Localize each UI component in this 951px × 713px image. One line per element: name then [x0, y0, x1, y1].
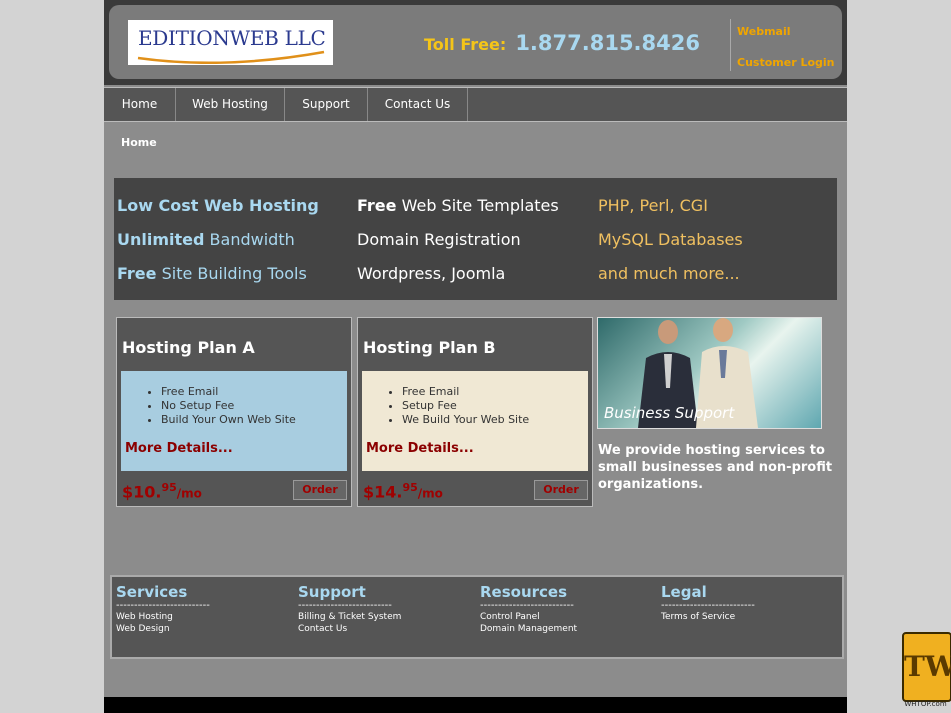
feature-rest: Domain Registration [357, 230, 521, 249]
footer-link[interactable]: Contact Us [298, 623, 478, 635]
footer-services: Services -------------------------- Web … [116, 583, 296, 635]
company-description: We provide hosting services to small bus… [598, 443, 833, 492]
hosting-plan-b: Hosting Plan B Free Email Setup Fee We B… [357, 317, 593, 507]
top-links: Webmail Customer Login [730, 19, 841, 71]
price-cents: 95 [161, 481, 177, 494]
customer-login-link[interactable]: Customer Login [737, 56, 835, 69]
bottom-bar [104, 697, 847, 713]
order-button[interactable]: Order [534, 480, 588, 500]
footer-divider: -------------------------- [116, 600, 210, 611]
whtop-site-label: WHTOP.com [904, 700, 947, 708]
toll-free: Toll Free: 1.877.815.8426 [424, 31, 700, 55]
nav-home[interactable]: Home [104, 88, 176, 121]
nav-support[interactable]: Support [285, 88, 368, 121]
feature-bold: Unlimited [117, 230, 205, 249]
footer-link[interactable]: Domain Management [480, 623, 660, 635]
footer-heading: Resources [480, 583, 568, 601]
list-item: No Setup Fee [161, 399, 296, 413]
plan-features-list: Free Email Setup Fee We Build Your Web S… [362, 385, 529, 427]
footer-resources: Resources -------------------------- Con… [480, 583, 660, 635]
feature-php: PHP, Perl, CGI [598, 196, 708, 215]
footer-heading: Support [298, 583, 366, 601]
footer: Services -------------------------- Web … [110, 575, 844, 659]
plan-title: Hosting Plan A [122, 338, 255, 357]
list-item: Free Email [402, 385, 529, 399]
business-support-caption: Business Support [604, 404, 735, 422]
feature-mysql: MySQL Databases [598, 230, 743, 249]
footer-support: Support -------------------------- Billi… [298, 583, 478, 635]
hosting-plan-a: Hosting Plan A Free Email No Setup Fee B… [116, 317, 352, 507]
price-dollars: $14. [363, 482, 403, 502]
price-dollars: $10. [122, 482, 162, 502]
list-item: Free Email [161, 385, 296, 399]
footer-link[interactable]: Terms of Service [661, 611, 841, 623]
footer-divider: -------------------------- [298, 600, 392, 611]
more-details-link[interactable]: More Details... [125, 441, 233, 456]
logo-text: EDITIONWEB LLC [138, 26, 326, 50]
list-item: Build Your Own Web Site [161, 413, 296, 427]
company-logo[interactable]: EDITIONWEB LLC [128, 20, 333, 65]
footer-link[interactable]: Control Panel [480, 611, 660, 623]
list-item: We Build Your Web Site [402, 413, 529, 427]
list-item: Setup Fee [402, 399, 529, 413]
plan-price: $10.95/mo [122, 481, 202, 501]
feature-more: and much more... [598, 264, 740, 283]
feature-bold: Free [357, 196, 397, 215]
feature-low-cost: Low Cost Web Hosting [117, 196, 319, 215]
feature-rest: Web Site Templates [396, 196, 559, 215]
price-cents: 95 [402, 481, 418, 494]
page-container: EDITIONWEB LLC Toll Free: 1.877.815.8426… [104, 0, 847, 713]
footer-heading: Legal [661, 583, 707, 601]
toll-free-label: Toll Free: [424, 35, 507, 54]
footer-link[interactable]: Web Hosting [116, 611, 296, 623]
footer-link[interactable]: Web Design [116, 623, 296, 635]
plan-details-box: Free Email Setup Fee We Build Your Web S… [362, 371, 588, 471]
plan-price: $14.95/mo [363, 481, 443, 501]
feature-cms: Wordpress, Joomla [357, 264, 505, 283]
whtop-badge[interactable]: TW WHTOP.com [900, 630, 951, 708]
footer-heading: Services [116, 583, 188, 601]
footer-divider: -------------------------- [480, 600, 574, 611]
feature-domain: Domain Registration [357, 230, 521, 249]
feature-rest: Bandwidth [204, 230, 295, 249]
feature-bandwidth: Unlimited Bandwidth [117, 230, 295, 249]
price-unit: /mo [176, 486, 202, 501]
plan-title: Hosting Plan B [363, 338, 496, 357]
header: EDITIONWEB LLC Toll Free: 1.877.815.8426… [104, 0, 847, 85]
more-details-link[interactable]: More Details... [366, 441, 474, 456]
plan-features-list: Free Email No Setup Fee Build Your Own W… [121, 385, 296, 427]
toll-free-number: 1.877.815.8426 [515, 31, 700, 55]
footer-legal: Legal -------------------------- Terms o… [661, 583, 841, 623]
feature-rest: Site Building Tools [156, 264, 307, 283]
webmail-link[interactable]: Webmail [737, 25, 791, 38]
nav-contact-us[interactable]: Contact Us [368, 88, 468, 121]
feature-bold: Low Cost Web Hosting [117, 196, 319, 215]
footer-divider: -------------------------- [661, 600, 755, 611]
breadcrumb: Home [121, 136, 157, 149]
whtop-logo-icon: TW [902, 632, 951, 702]
feature-bold: Free [117, 264, 157, 283]
footer-link[interactable]: Billing & Ticket System [298, 611, 478, 623]
feature-site-tools: Free Site Building Tools [117, 264, 307, 283]
features-panel: Low Cost Web Hosting Unlimited Bandwidth… [114, 178, 837, 300]
feature-templates: Free Web Site Templates [357, 196, 559, 215]
price-unit: /mo [417, 486, 443, 501]
order-button[interactable]: Order [293, 480, 347, 500]
main-nav: Home Web Hosting Support Contact Us [104, 87, 847, 122]
feature-rest: Wordpress, Joomla [357, 264, 506, 283]
header-panel: EDITIONWEB LLC Toll Free: 1.877.815.8426… [109, 5, 842, 79]
business-support-image: Business Support [597, 317, 822, 429]
plan-details-box: Free Email No Setup Fee Build Your Own W… [121, 371, 347, 471]
nav-web-hosting[interactable]: Web Hosting [176, 88, 285, 121]
